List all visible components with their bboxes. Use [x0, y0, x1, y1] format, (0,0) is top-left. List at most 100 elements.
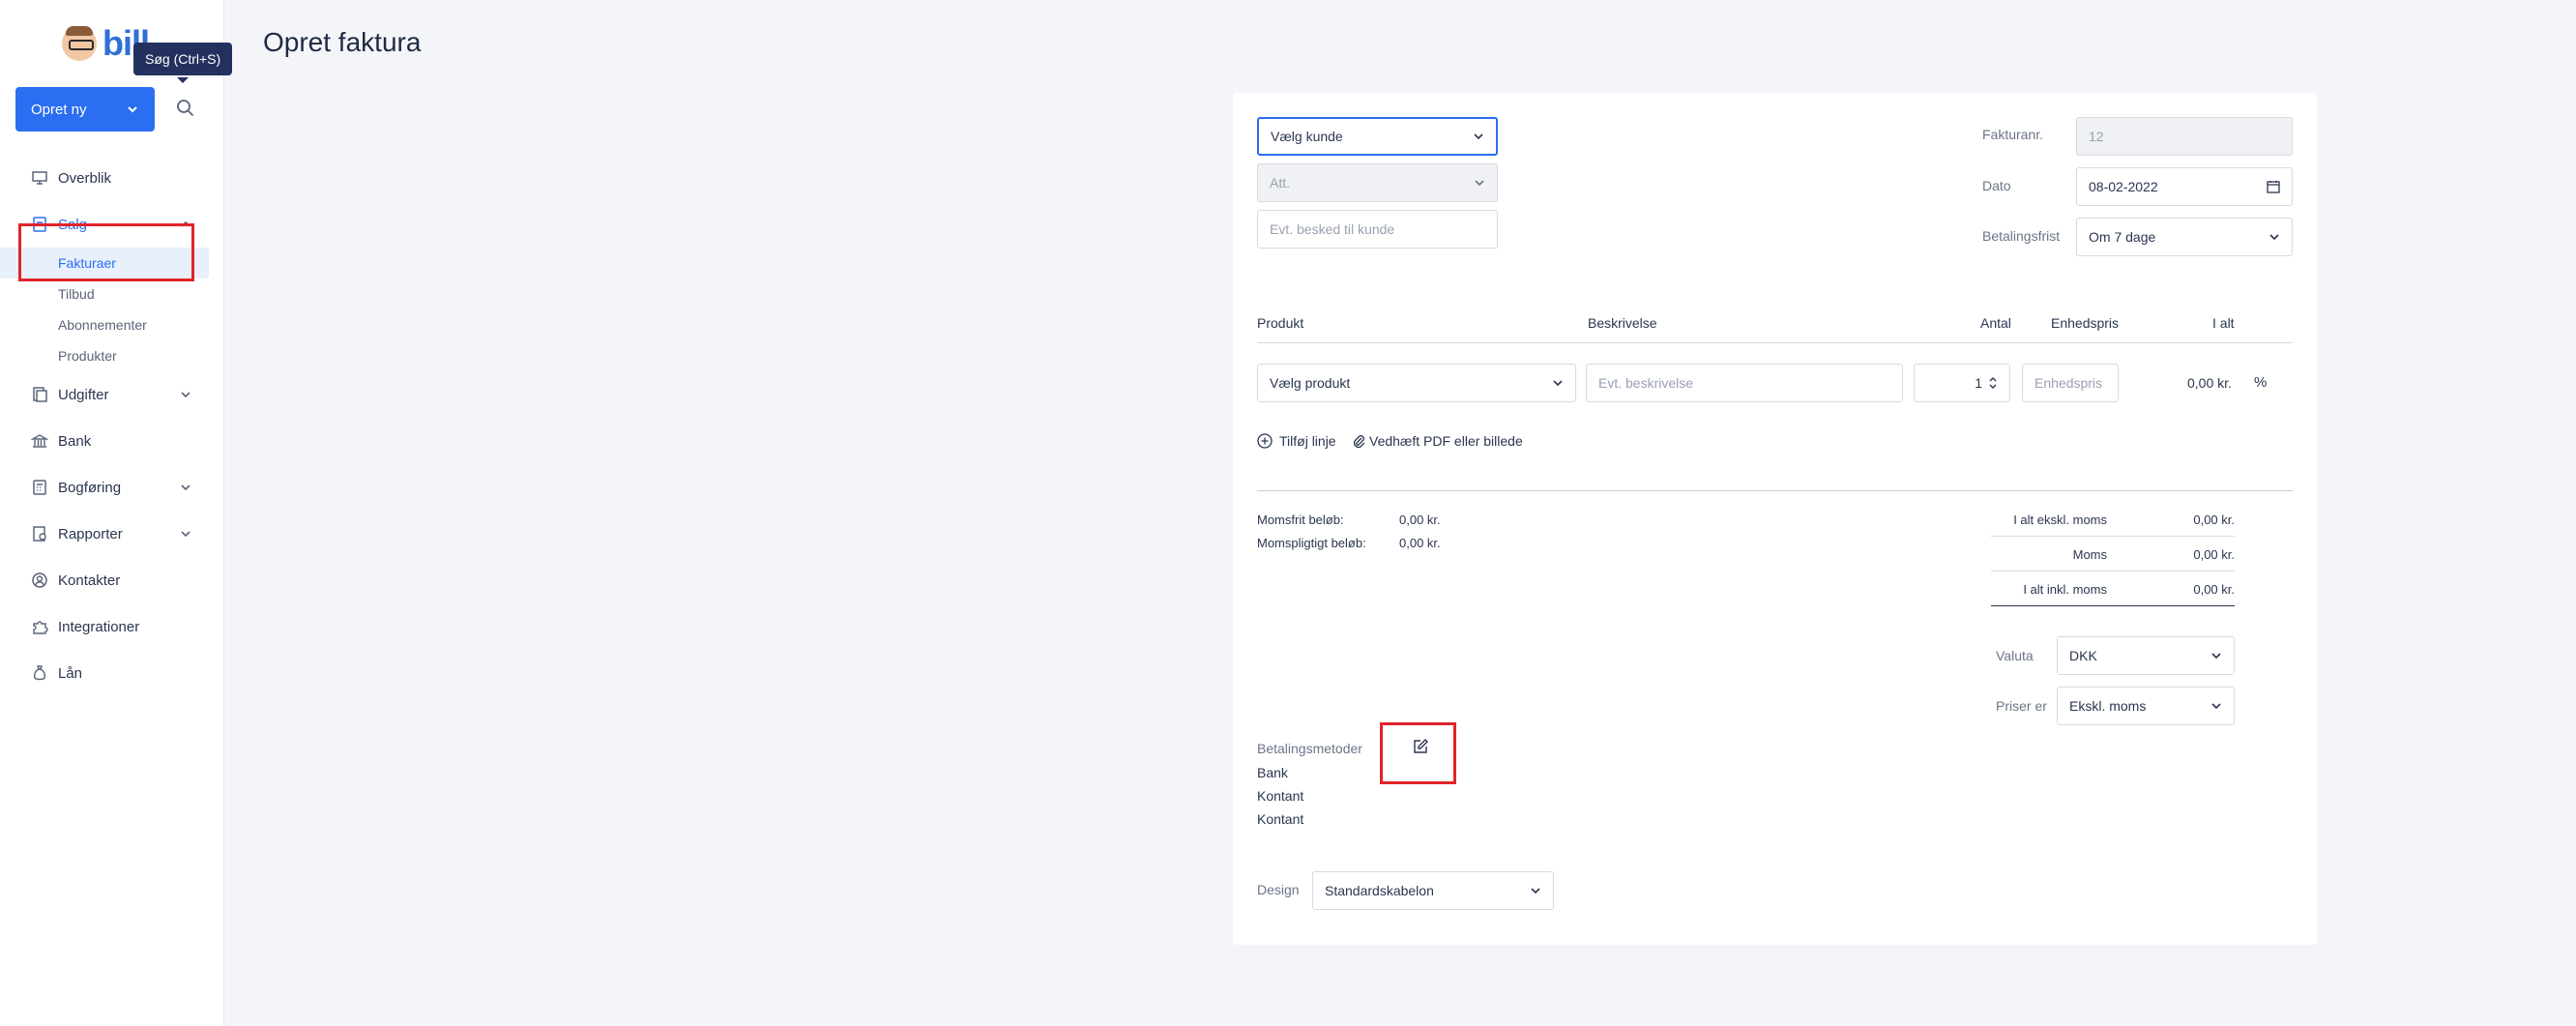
- vat-value: 0,00 kr.: [2193, 547, 2235, 562]
- chevron-down-icon: [2211, 703, 2221, 710]
- payment-term-select[interactable]: Om 7 dage: [2076, 218, 2293, 256]
- sidebar-item-rapporter[interactable]: Rapporter: [0, 511, 224, 557]
- sidebar-item-bank[interactable]: Bank: [0, 418, 224, 464]
- page-title: Opret faktura: [263, 27, 422, 57]
- date-label: Dato: [1982, 178, 2011, 193]
- column-header-description: Beskrivelse: [1588, 315, 1657, 331]
- highlight-box-edit-payment: [1380, 722, 1456, 784]
- invoice-number-value: 12: [2089, 129, 2104, 144]
- att-select-value: Att.: [1270, 175, 1291, 191]
- sidebar-item-label: Overblik: [58, 169, 112, 187]
- quantity-stepper[interactable]: 1: [1914, 364, 2010, 402]
- search-icon[interactable]: [176, 99, 195, 118]
- header-divider: [1257, 342, 2293, 343]
- customer-select[interactable]: Vælg kunde: [1257, 117, 1498, 156]
- sidebar: bill Opret ny Overblik Salg Fakturaer Ti…: [0, 0, 224, 1026]
- payment-method-item: Kontant: [1257, 788, 1304, 804]
- receipt-icon: [33, 387, 47, 402]
- chevron-down-icon: [181, 484, 190, 491]
- product-select[interactable]: Vælg produkt: [1257, 364, 1576, 402]
- sidebar-subitem-produkter[interactable]: Produkter: [0, 340, 224, 371]
- report-icon: [33, 526, 46, 542]
- sidebar-item-laan[interactable]: Lån: [0, 650, 224, 696]
- calculator-icon: [33, 480, 46, 495]
- vat-liable-value: 0,00 kr.: [1399, 536, 1441, 550]
- sidebar-item-bogforing[interactable]: Bogføring: [0, 464, 224, 511]
- chevron-down-icon: [181, 392, 190, 398]
- chevron-down-icon: [128, 106, 137, 113]
- payment-term-value: Om 7 dage: [2089, 229, 2156, 245]
- sidebar-item-label: Lån: [58, 664, 83, 682]
- search-tooltip: Søg (Ctrl+S): [133, 43, 233, 83]
- sidebar-item-kontakter[interactable]: Kontakter: [0, 557, 224, 603]
- money-bag-icon: [33, 665, 46, 681]
- design-value: Standardskabelon: [1325, 883, 1434, 898]
- puzzle-icon: [33, 621, 48, 634]
- column-header-total: I alt: [2212, 315, 2235, 331]
- payment-method-item: Bank: [1257, 765, 1288, 780]
- line-description-input[interactable]: Evt. beskrivelse: [1586, 364, 1903, 402]
- invoice-form-card: Vælg kunde Att. Evt. besked til kunde Fa…: [1233, 93, 2317, 945]
- customer-message-placeholder: Evt. besked til kunde: [1270, 221, 1395, 237]
- date-input[interactable]: 08-02-2022: [2076, 167, 2293, 206]
- totals-divider: [1991, 536, 2235, 537]
- sidebar-item-label: Udgifter: [58, 386, 109, 403]
- discount-percent-button[interactable]: %: [2254, 374, 2267, 391]
- total-incl-vat-value: 0,00 kr.: [2193, 582, 2235, 597]
- vat-label: Moms: [2072, 547, 2107, 562]
- total-excl-vat-label: I alt ekskl. moms: [2013, 513, 2107, 527]
- payment-term-label: Betalingsfrist: [1982, 228, 2061, 244]
- vat-free-value: 0,00 kr.: [1399, 513, 1441, 527]
- lines-divider: [1257, 490, 2293, 491]
- stepper-arrows-icon[interactable]: [1988, 375, 1998, 391]
- sidebar-item-label: Integrationer: [58, 618, 140, 635]
- customer-message-input[interactable]: Evt. besked til kunde: [1257, 210, 1498, 249]
- contact-icon: [32, 572, 47, 588]
- create-new-button[interactable]: Opret ny: [15, 87, 155, 132]
- highlight-box-fakturaer: [18, 223, 194, 281]
- add-line-button[interactable]: Tilføj linje: [1257, 433, 1336, 449]
- attach-file-button[interactable]: Vedhæft PDF eller billede: [1352, 433, 1523, 449]
- sidebar-item-label: Bogføring: [58, 479, 122, 496]
- sidebar-item-integrationer[interactable]: Integrationer: [0, 603, 224, 650]
- sidebar-subitem-tilbud[interactable]: Tilbud: [0, 278, 224, 309]
- chevron-down-icon: [1553, 380, 1563, 387]
- unit-price-placeholder: Enhedspris: [2034, 375, 2103, 391]
- payment-methods-label: Betalingsmetoder: [1257, 741, 1362, 756]
- prices-select[interactable]: Ekskl. moms: [2057, 687, 2235, 725]
- payment-method-item: Kontant: [1257, 811, 1304, 827]
- invoice-number-label: Fakturanr.: [1982, 127, 2044, 142]
- monitor-icon: [32, 171, 47, 185]
- create-new-label: Opret ny: [31, 101, 87, 118]
- column-header-product: Produkt: [1257, 315, 1304, 331]
- date-value: 08-02-2022: [2089, 179, 2158, 194]
- sidebar-subitem-abonnementer[interactable]: Abonnementer: [0, 309, 224, 340]
- product-select-value: Vælg produkt: [1270, 375, 1351, 391]
- chevron-down-icon: [2211, 653, 2221, 660]
- line-total: 0,00 kr.: [2187, 375, 2232, 391]
- prices-label: Priser er: [1996, 698, 2047, 714]
- column-header-unit-price: Enhedspris: [2051, 315, 2120, 331]
- prices-value: Ekskl. moms: [2069, 698, 2147, 714]
- chevron-down-icon: [1475, 180, 1484, 187]
- calendar-icon[interactable]: [2267, 180, 2280, 193]
- total-incl-vat-label: I alt inkl. moms: [2023, 582, 2107, 597]
- currency-select[interactable]: DKK: [2057, 636, 2235, 675]
- quantity-value: 1: [1975, 375, 1982, 391]
- unit-price-input[interactable]: Enhedspris: [2022, 364, 2119, 402]
- totals-divider: [1991, 571, 2235, 572]
- logo-mascot-icon: [62, 26, 97, 61]
- att-select[interactable]: Att.: [1257, 163, 1498, 202]
- bank-icon: [31, 434, 48, 448]
- column-header-qty: Antal: [1980, 315, 2011, 331]
- sidebar-item-udgifter[interactable]: Udgifter: [0, 371, 224, 418]
- chevron-down-icon: [2269, 234, 2279, 241]
- vat-free-label: Momsfrit beløb:: [1257, 513, 1344, 527]
- add-line-label: Tilføj linje: [1279, 433, 1336, 449]
- line-description-placeholder: Evt. beskrivelse: [1598, 375, 1694, 391]
- chevron-down-icon: [1531, 888, 1540, 894]
- attach-file-label: Vedhæft PDF eller billede: [1369, 433, 1523, 449]
- sidebar-item-label: Rapporter: [58, 525, 123, 542]
- design-select[interactable]: Standardskabelon: [1312, 871, 1554, 910]
- sidebar-item-overblik[interactable]: Overblik: [0, 155, 224, 201]
